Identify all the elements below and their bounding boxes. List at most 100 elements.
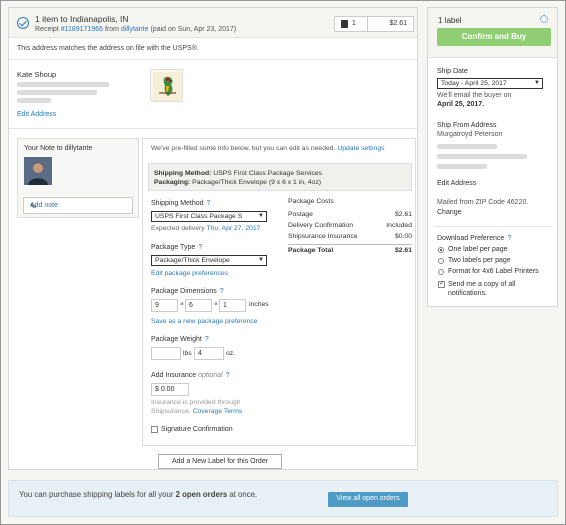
edit-package-preferences-link[interactable]: Edit package preferences — [151, 270, 228, 277]
note-title: Your Note to dillytante — [24, 145, 93, 152]
add-insurance-label: Add Insurance optional? — [151, 372, 230, 379]
package-dimensions-label: Package Dimensions? — [151, 288, 224, 295]
email-date: April 25, 2017. — [437, 101, 485, 108]
add-note-field[interactable]: Add note ✎ — [23, 197, 133, 214]
save-package-link[interactable]: Save as a new package preference — [151, 318, 258, 325]
help-icon[interactable]: ? — [207, 200, 211, 207]
redacted-line — [437, 164, 487, 169]
insurance-input[interactable]: $ 0.00 — [151, 383, 189, 396]
send-copy-label-2: notifications. — [448, 290, 487, 297]
signature-checkbox[interactable] — [151, 426, 158, 433]
cost-total-row: Package Total $2.61 — [288, 244, 412, 255]
optional-tag: optional — [198, 372, 223, 379]
redacted-line — [437, 154, 527, 159]
edit-ship-from-link[interactable]: Edit Address — [437, 180, 476, 187]
item-count: 1 — [352, 20, 356, 27]
seller-avatar — [24, 157, 52, 185]
open-orders-banner: You can purchase shipping labels for all… — [8, 480, 558, 517]
banner-text: You can purchase shipping labels for all… — [19, 490, 258, 499]
redacted-line — [17, 90, 97, 95]
weight-lbs-input[interactable] — [151, 347, 181, 360]
packaging-summary-value: Package/Thick Envelope (9 x 6 x 1 in, 4o… — [192, 179, 321, 186]
oz-unit: oz. — [226, 350, 236, 357]
divider — [9, 59, 417, 60]
dimension-unit: inches — [249, 301, 269, 308]
loading-spinner-icon — [540, 15, 548, 23]
radio-two-per-page[interactable] — [438, 258, 444, 264]
ship-date-label: Ship Date — [437, 68, 468, 75]
shipping-method-select[interactable]: USPS First Class Package S ▼ — [151, 211, 267, 222]
view-all-open-orders-button[interactable]: View all open orders — [328, 492, 408, 507]
dropdown-arrow-icon: ▼ — [258, 213, 264, 219]
length-input[interactable]: 9 — [151, 299, 178, 312]
width-input[interactable]: 6 — [185, 299, 212, 312]
address-notice: This address matches the address on file… — [17, 45, 199, 52]
divider — [434, 226, 553, 227]
insurance-note-2: Shipsurance. Coverage Terms — [151, 408, 243, 415]
buyer-address: Kate Shoup — [17, 70, 109, 103]
pencil-icon[interactable]: ✎ — [30, 202, 126, 211]
order-title: 1 item to Indianapolis, IN — [35, 14, 129, 24]
email-note: We'll email the buyer on — [437, 92, 512, 99]
package-type-label: Package Type? — [151, 244, 203, 251]
ship-date-select[interactable]: Today - April 25, 2017 ▼ — [437, 78, 543, 89]
sidebar-header: 1 label Confirm and Buy — [428, 8, 557, 58]
edit-address-link[interactable]: Edit Address — [17, 111, 56, 118]
height-input[interactable]: 1 — [219, 299, 246, 312]
window-frame: 1 item to Indianapolis, IN Receipt #1189… — [0, 0, 566, 525]
redacted-line — [17, 82, 109, 87]
cost-row: Delivery Confirmation Included — [288, 222, 412, 229]
help-icon[interactable]: ? — [205, 336, 209, 343]
order-panel: 1 item to Indianapolis, IN Receipt #1189… — [8, 7, 418, 470]
order-summary-badge: 1 $2.61 — [334, 16, 414, 32]
packaging-summary-label: Packaging: — [154, 179, 191, 186]
help-icon[interactable]: ? — [220, 288, 224, 295]
help-icon[interactable]: ? — [226, 372, 230, 379]
redacted-line — [17, 98, 51, 103]
change-zip-link[interactable]: Change — [437, 209, 462, 216]
order-header: 1 item to Indianapolis, IN Receipt #1189… — [9, 8, 417, 38]
package-type-select[interactable]: Package/Thick Envelope ▼ — [151, 255, 267, 266]
shipping-summary: Shipping Method: USPS First Class Packag… — [148, 163, 412, 191]
radio-one-per-page[interactable] — [438, 247, 444, 253]
insurance-note: Insurance is provided through — [151, 399, 241, 406]
times-sign: × — [180, 301, 184, 308]
help-icon[interactable]: ? — [198, 244, 202, 251]
cost-row: Postage $2.61 — [288, 211, 412, 218]
costs-title: Package Costs — [288, 198, 334, 205]
add-new-label-button[interactable]: Add a New Label for this Order — [158, 454, 282, 469]
shopping-bag-icon — [341, 20, 348, 28]
purchase-sidebar: 1 label Confirm and Buy Ship Date Today … — [427, 7, 558, 307]
confirm-and-buy-button[interactable]: Confirm and Buy — [437, 28, 551, 46]
download-pref-label: Download Preference? — [437, 235, 512, 242]
option-label: Two labels per page — [448, 257, 511, 264]
cost-row: Shipsurance Insurance $0.00 — [288, 233, 412, 240]
send-copy-label: Send me a copy of all — [448, 281, 516, 288]
delivery-date-link[interactable]: Thu, Apr 27, 2017 — [206, 225, 260, 232]
option-label: Format for 4x6 Label Printers — [448, 268, 539, 275]
update-settings-link[interactable]: Update settings — [337, 145, 384, 152]
lbs-unit: lbs — [183, 350, 192, 357]
shipping-method-summary-value: USPS First Class Package Services — [213, 170, 323, 177]
ship-from-label: Ship From Address — [437, 122, 497, 129]
badge-divider — [367, 17, 368, 31]
shipping-method-label: Shipping Method? — [151, 200, 211, 207]
parrot-stamp-image — [150, 69, 183, 102]
ship-from-name: Murgatroyd Peterson — [437, 131, 503, 138]
weight-oz-input[interactable]: 4 — [194, 347, 224, 360]
check-circle-icon — [17, 17, 29, 29]
divider — [9, 128, 417, 129]
option-label: One label per page — [448, 246, 508, 253]
send-copy-checkbox[interactable]: ✓ — [438, 281, 445, 288]
mailed-from: Mailed from ZIP Code 46220. — [437, 199, 529, 206]
radio-4x6-format[interactable] — [438, 269, 444, 275]
expected-delivery: Expected delivery Thu, Apr 27, 2017 — [151, 225, 261, 232]
seller-link[interactable]: dillytante — [121, 26, 149, 33]
help-icon[interactable]: ? — [507, 235, 511, 242]
dropdown-arrow-icon: ▼ — [534, 80, 540, 86]
coverage-terms-link[interactable]: Coverage Terms — [193, 408, 243, 415]
prefill-notice: We've pre-filled some info below, but yo… — [151, 145, 385, 152]
receipt-link[interactable]: #1189171966 — [61, 26, 103, 33]
buyer-name: Kate Shoup — [17, 70, 57, 79]
label-form: We've pre-filled some info below, but yo… — [142, 138, 416, 446]
